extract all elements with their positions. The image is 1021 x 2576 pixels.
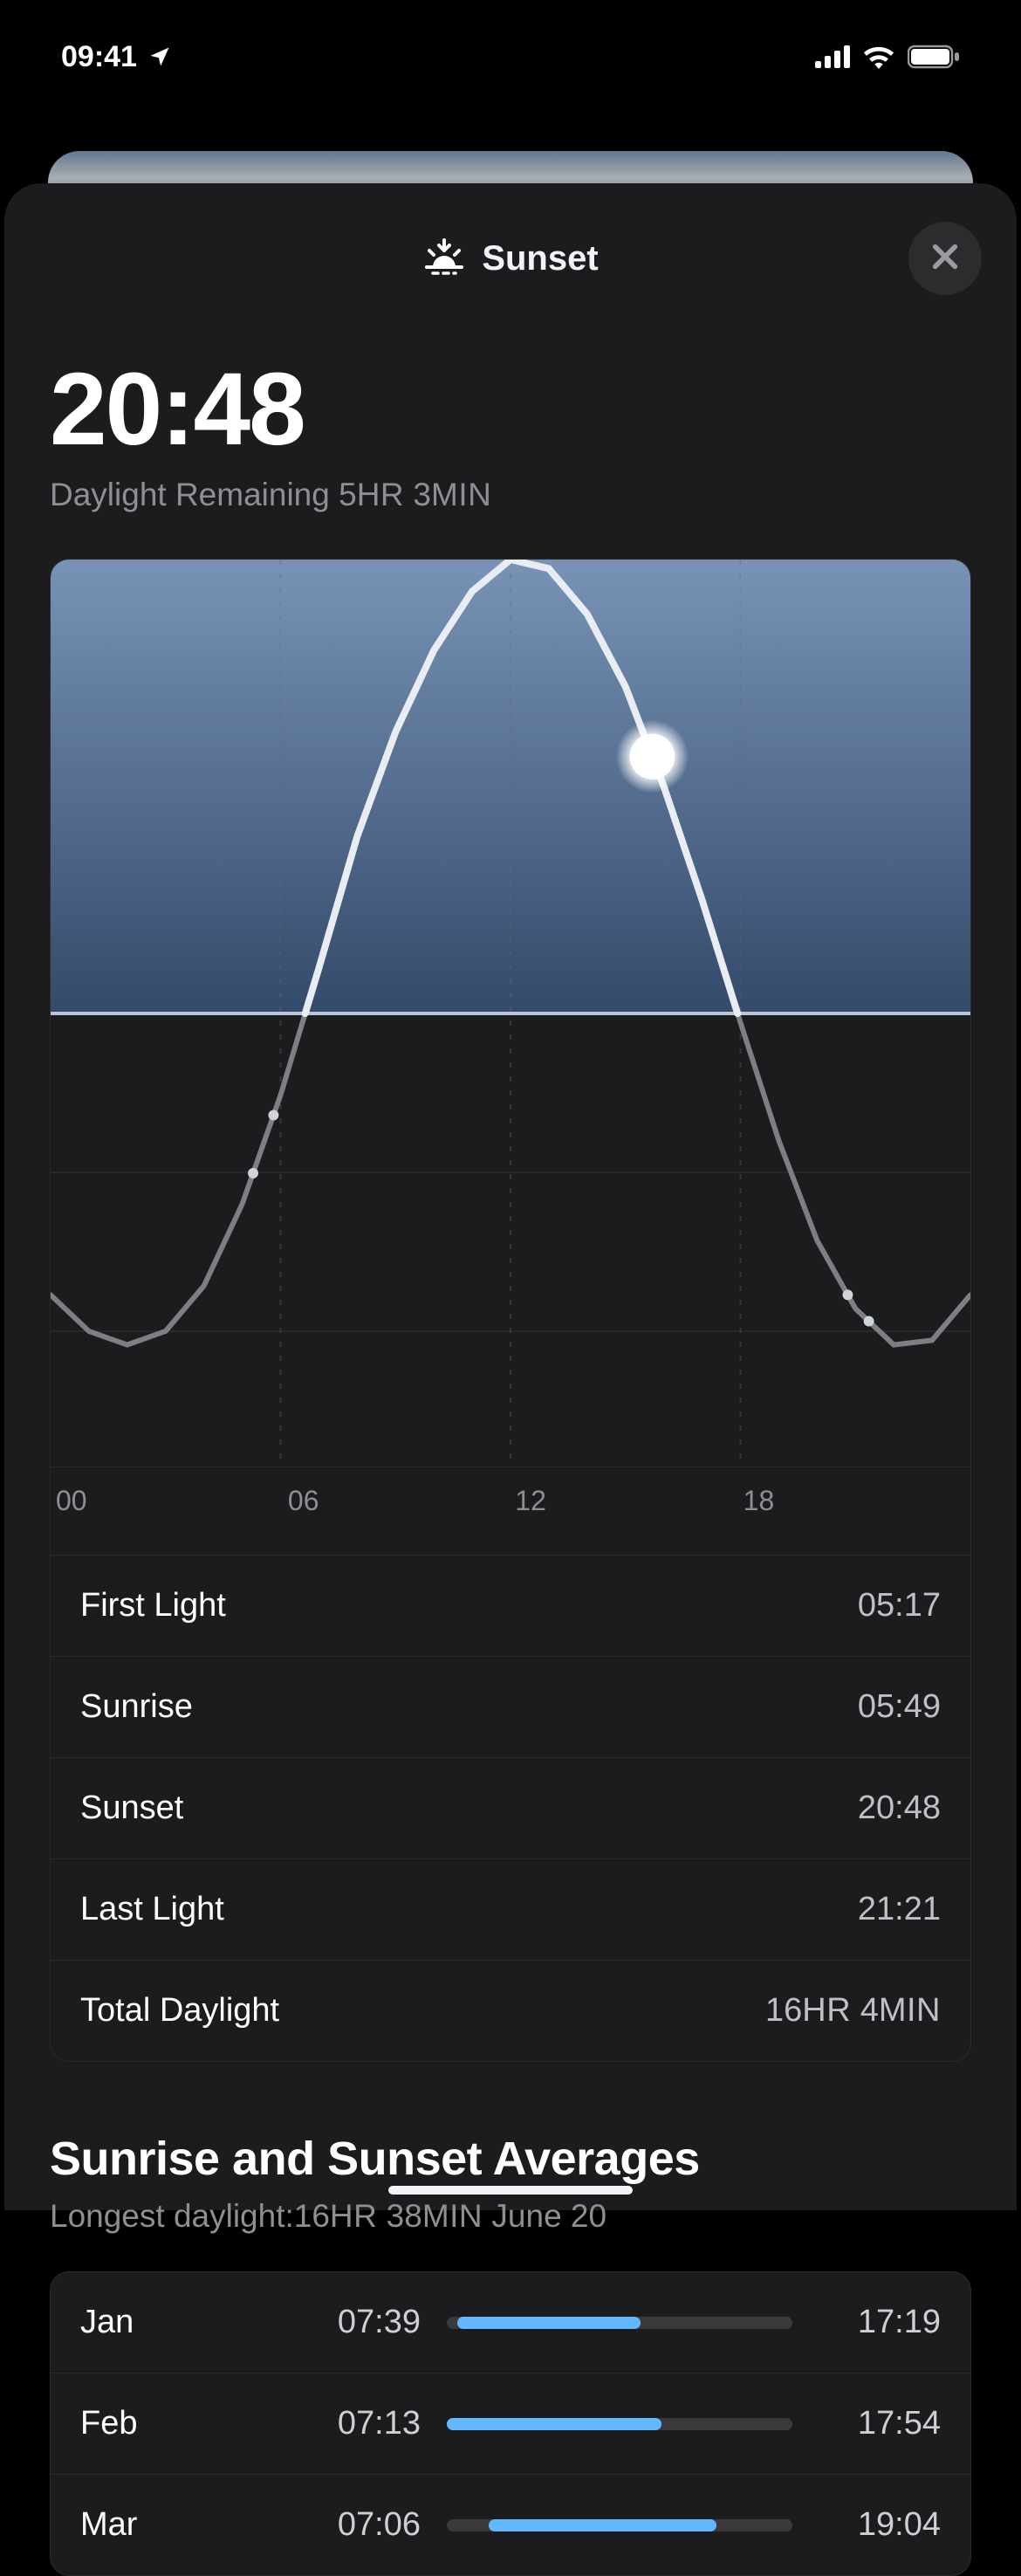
wifi-icon [862, 45, 895, 69]
row-label: Sunrise [80, 1688, 193, 1726]
status-bar: 09:41 [0, 0, 1021, 113]
avg-sunrise: 07:39 [298, 2304, 421, 2341]
avg-sunset: 19:04 [819, 2506, 941, 2544]
x-tick: 06 [288, 1485, 319, 1517]
sheet-header: Sunset [4, 220, 1017, 297]
total-minutes: 4 [860, 1992, 879, 2029]
total-daylight-row: Total Daylight 16HR 4MIN [51, 1960, 970, 2061]
x-tick: 00 [56, 1485, 87, 1517]
avg-month: Jan [80, 2304, 272, 2341]
avg-bar [447, 2317, 792, 2329]
row-value: 05:49 [858, 1688, 941, 1726]
row-value: 20:48 [858, 1789, 941, 1827]
total-hours: 16 [765, 1992, 802, 2029]
sheet-title: Sunset [482, 239, 598, 278]
minutes-unit: MIN [431, 477, 491, 512]
close-icon [930, 242, 960, 276]
daylight-remaining-label: Daylight Remaining [50, 477, 339, 512]
averages-title: Sunrise and Sunset Averages [50, 2132, 971, 2186]
status-time: 09:41 [61, 40, 137, 74]
avg-sunset: 17:54 [819, 2405, 941, 2442]
cellular-icon [815, 45, 850, 68]
sub-hours: 16 [294, 2198, 330, 2234]
row-value: 21:21 [858, 1891, 941, 1928]
averages-section: Sunrise and Sunset Averages Longest dayl… [50, 2132, 971, 2576]
battery-icon [908, 45, 960, 69]
sunset-time: 20:48 [50, 358, 971, 461]
sub-minutes: 38 [387, 2198, 422, 2234]
avg-month: Feb [80, 2405, 272, 2442]
sun-chart-card: 00 06 12 18 First Light 05:17 Sunrise 05:49… [50, 559, 971, 2062]
avg-sunrise: 07:13 [298, 2405, 421, 2442]
today-row: Sunrise 05:49 [51, 1656, 970, 1757]
sub-date: June 20 [491, 2198, 606, 2234]
avg-sunset: 17:19 [819, 2304, 941, 2341]
hours-value: 5 [339, 477, 357, 512]
total-daylight-label: Total Daylight [80, 1992, 279, 2030]
averages-row: Jan 07:39 17:19 [51, 2272, 970, 2373]
sub-min-unit: MIN [422, 2198, 483, 2234]
hr-unit: HR [802, 1992, 851, 2029]
today-rows: First Light 05:17 Sunrise 05:49 Sunset 20:48 L… [51, 1555, 970, 1960]
avg-bar [447, 2418, 792, 2430]
solar-elevation-chart[interactable]: 00 06 12 18 [51, 560, 970, 1555]
averages-subtitle: Longest daylight:16HR 38MIN June 20 [50, 2198, 971, 2235]
min-unit: MIN [879, 1992, 941, 2029]
avg-month: Mar [80, 2506, 272, 2544]
averages-row: Mar 07:06 19:04 [51, 2475, 970, 2575]
status-left: 09:41 [61, 40, 172, 74]
total-daylight-value: 16HR 4MIN [765, 1992, 941, 2030]
status-right [815, 45, 960, 69]
daylight-remaining: Daylight Remaining 5HR 3MIN [50, 477, 971, 513]
row-label: Last Light [80, 1891, 224, 1928]
minutes-value: 3 [413, 477, 431, 512]
today-row: Sunset 20:48 [51, 1757, 970, 1858]
row-label: Sunset [80, 1789, 183, 1827]
hero: 20:48 Daylight Remaining 5HR 3MIN [4, 297, 1017, 522]
averages-row: Feb 07:13 17:54 [51, 2373, 970, 2475]
today-row: First Light 05:17 [51, 1555, 970, 1656]
sub-hr-unit: HR [330, 2198, 377, 2234]
chart-x-axis: 00 06 12 18 [51, 1485, 970, 1537]
home-indicator[interactable] [388, 2186, 633, 2195]
x-tick: 18 [743, 1485, 775, 1517]
hours-unit: HR [357, 477, 404, 512]
avg-sunrise: 07:06 [298, 2506, 421, 2544]
x-tick: 12 [515, 1485, 546, 1517]
today-row: Last Light 21:21 [51, 1858, 970, 1960]
row-label: First Light [80, 1587, 226, 1625]
location-arrow-icon [147, 45, 172, 69]
sub-prefix: Longest daylight: [50, 2198, 294, 2234]
avg-bar [447, 2519, 792, 2531]
close-button[interactable] [908, 222, 982, 295]
sunset-icon [422, 238, 466, 279]
averages-card: Jan 07:39 17:19 Feb 07:13 17:54 Mar 07:06 19:04 [50, 2271, 971, 2576]
row-value: 05:17 [858, 1587, 941, 1625]
sunset-detail-sheet: Sunset 20:48 Daylight Remaining 5HR 3MIN [4, 183, 1017, 2210]
